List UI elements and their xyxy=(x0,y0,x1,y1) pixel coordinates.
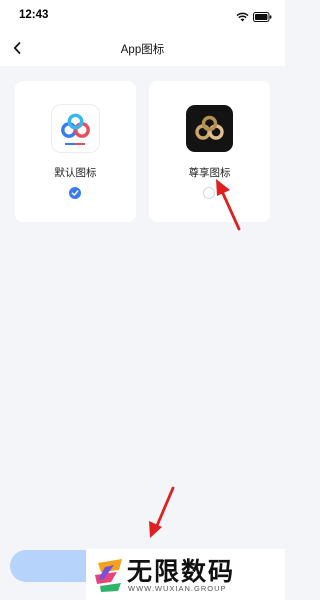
annotation-arrow-bottom xyxy=(149,486,175,538)
page-title: App图标 xyxy=(120,44,165,56)
watermark: 无限数码 WWW.WUXIAN.GROUP xyxy=(86,549,285,600)
nav-bar: App图标 xyxy=(0,32,285,66)
default-icon-label: 默认图标 xyxy=(54,167,97,179)
wifi-icon xyxy=(236,12,249,22)
status-icons xyxy=(236,11,272,23)
watermark-title: 无限数码 xyxy=(127,557,236,586)
battery-icon xyxy=(253,12,272,22)
premium-icon-label: 尊享图标 xyxy=(188,167,231,179)
watermark-logo-icon xyxy=(95,559,122,592)
status-time: 12:43 xyxy=(19,9,49,21)
watermark-subtitle: WWW.WUXIAN.GROUP xyxy=(128,584,227,593)
default-app-icon xyxy=(52,105,99,152)
icon-option-premium[interactable]: 尊享图标 xyxy=(149,81,270,222)
status-bar: 12:43 xyxy=(0,0,285,32)
check-icon xyxy=(71,190,79,196)
icon-option-default[interactable]: 默认图标 xyxy=(15,81,136,222)
premium-app-icon xyxy=(186,105,233,152)
premium-icon-radio[interactable] xyxy=(203,187,215,199)
default-icon-radio[interactable] xyxy=(69,187,81,199)
